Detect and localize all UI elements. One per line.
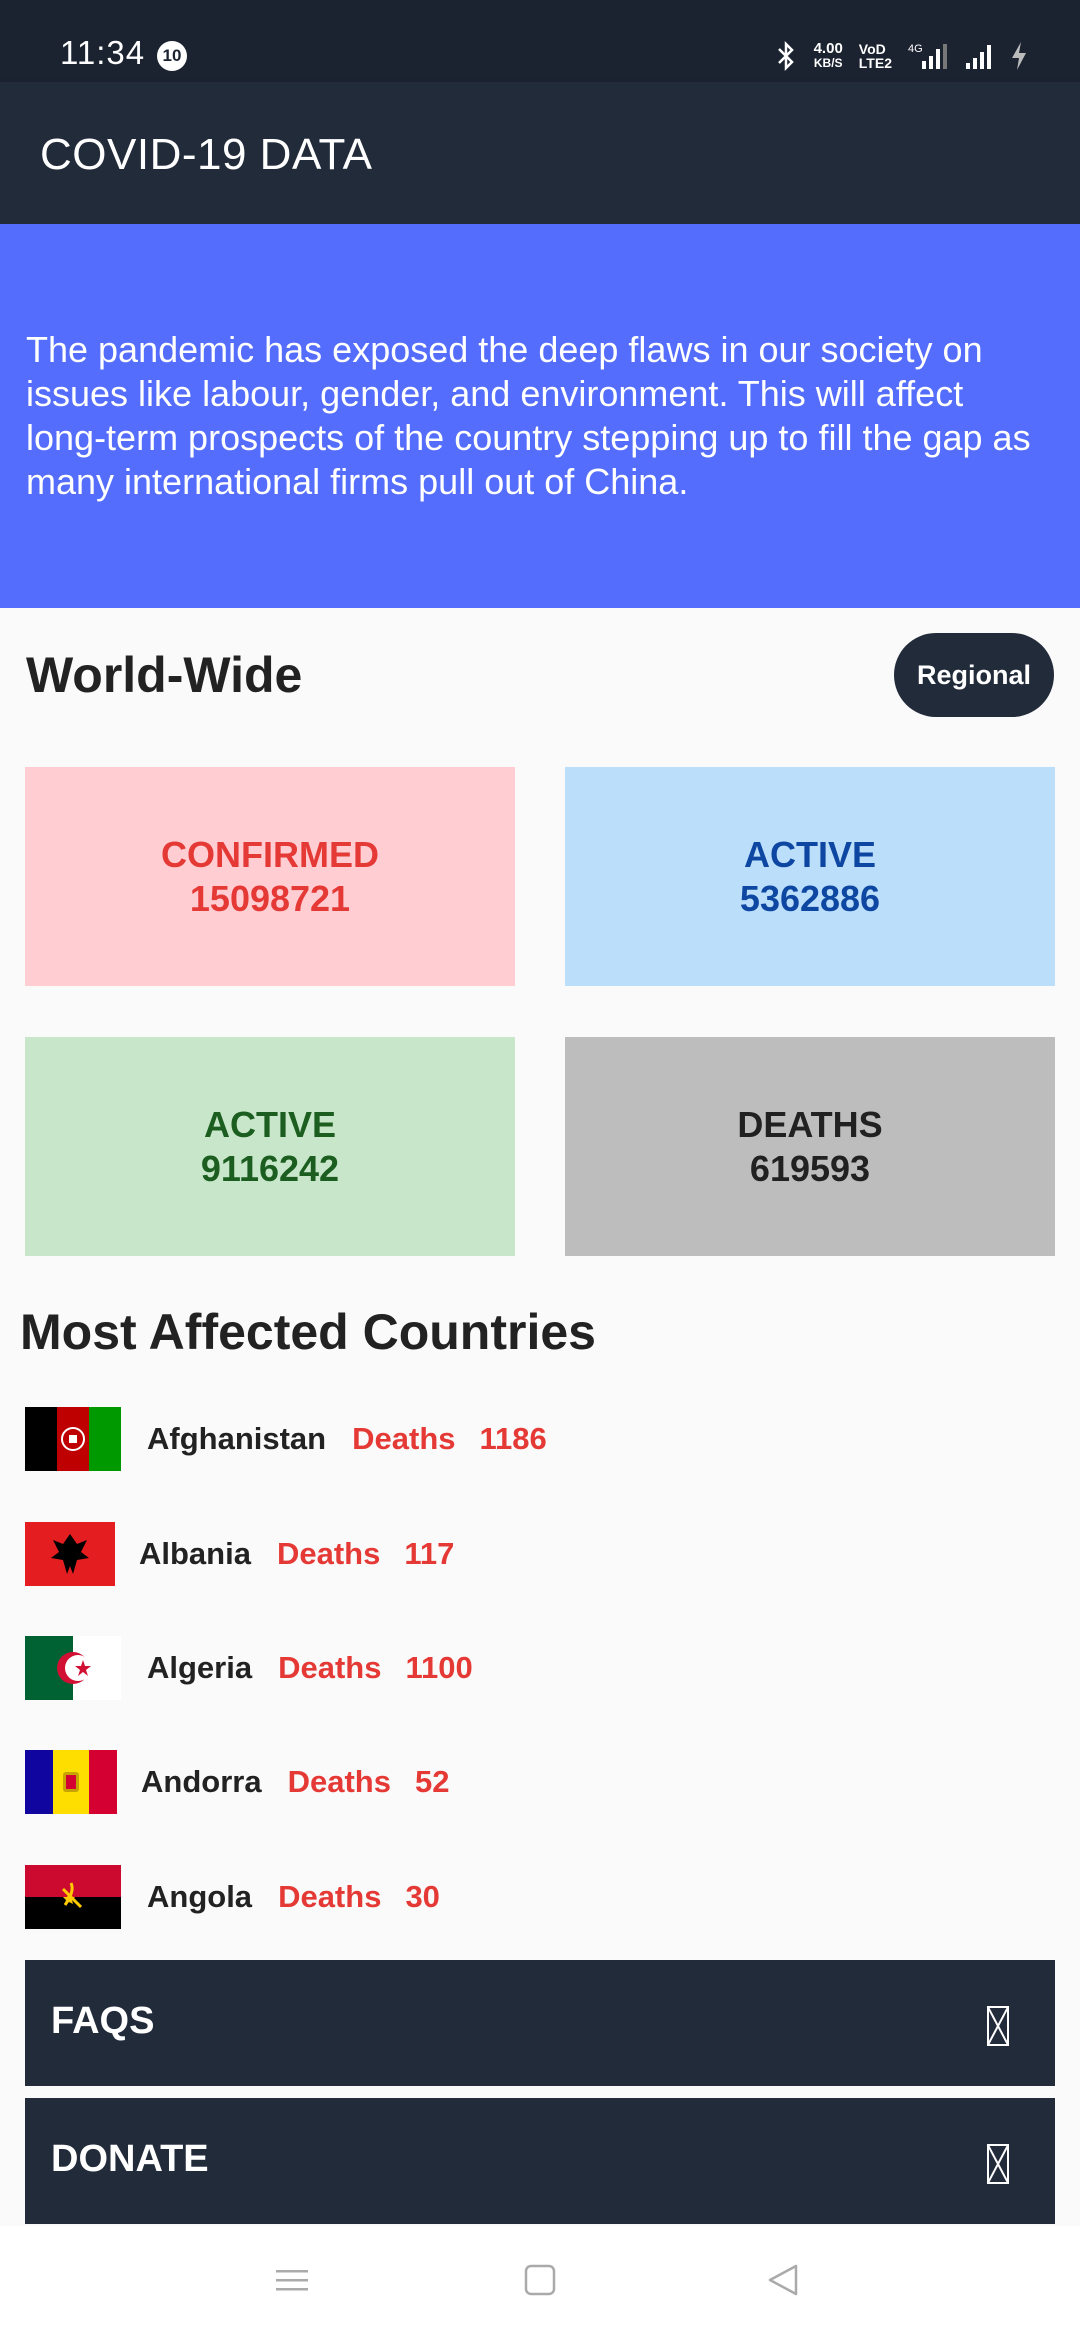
app-bar: COVID-19 DATA	[0, 82, 1080, 224]
active-card: ACTIVE 5362886	[565, 767, 1055, 986]
status-bar: 11:34 10 4.00 KB/S VoD LTE2 4G	[0, 0, 1080, 82]
expand-icon[interactable]	[987, 2006, 1009, 2046]
confirmed-card: CONFIRMED 15098721	[25, 767, 515, 986]
deaths-label: Deaths	[276, 1536, 381, 1571]
charging-icon	[1010, 41, 1028, 71]
deaths-label: Deaths	[352, 1421, 456, 1456]
most-affected-title: Most Affected Countries	[20, 1304, 596, 1360]
active-label: ACTIVE	[203, 1103, 336, 1145]
signal-icon: 4G	[908, 41, 948, 71]
active-value: 5362886	[739, 877, 881, 919]
country-name: Andorra	[141, 1764, 262, 1799]
app-title: COVID-19 DATA	[40, 130, 373, 179]
volte-indicator: VoD LTE2	[858, 41, 892, 71]
status-icons: 4.00 KB/S VoD LTE2 4G	[774, 36, 1028, 76]
faqs-label: FAQS	[51, 2000, 155, 2042]
active-value: 9116242	[200, 1147, 340, 1189]
signal-icon	[964, 41, 994, 71]
confirmed-value: 15098721	[189, 877, 351, 919]
bluetooth-icon	[774, 41, 798, 71]
world-wide-title: World-Wide	[26, 647, 303, 703]
active-card-secondary: ACTIVE 9116242	[25, 1037, 515, 1256]
andorra-flag-icon	[25, 1750, 117, 1814]
deaths-value: 52	[414, 1764, 450, 1799]
banner-text: The pandemic has exposed the deep flaws …	[26, 329, 1031, 502]
afghanistan-flag-icon	[25, 1407, 121, 1471]
albania-flag-icon	[25, 1522, 115, 1586]
status-time: 11:34	[60, 34, 146, 71]
deaths-value: 1186	[479, 1421, 547, 1456]
algeria-flag-icon	[25, 1636, 121, 1700]
deaths-label: DEATHS	[737, 1103, 883, 1145]
deaths-label: Deaths	[278, 1879, 382, 1914]
deaths-card: DEATHS 619593	[565, 1037, 1055, 1256]
svg-text:4G: 4G	[908, 43, 923, 55]
deaths-value: 30	[405, 1879, 440, 1914]
active-label: ACTIVE	[743, 833, 876, 875]
network-speed: 4.00 KB/S	[813, 40, 843, 70]
donate-section[interactable]: DONATE	[25, 2098, 1055, 2224]
faqs-section[interactable]: FAQS	[25, 1960, 1055, 2086]
deaths-label: Deaths	[278, 1650, 382, 1685]
deaths-label: Deaths	[287, 1764, 391, 1799]
confirmed-label: CONFIRMED	[161, 833, 379, 875]
country-row-afghanistan[interactable]: Afghanistan Deaths 1186	[25, 1407, 547, 1471]
back-icon[interactable]	[766, 2262, 802, 2303]
menu-icon[interactable]	[274, 2262, 310, 2303]
deaths-value: 619593	[749, 1147, 871, 1189]
country-row-angola[interactable]: Angola Deaths 30	[25, 1865, 440, 1929]
country-name: Afghanistan	[147, 1421, 327, 1456]
country-row-albania[interactable]: Albania Deaths 117	[25, 1522, 454, 1586]
country-name: Algeria	[147, 1650, 253, 1685]
donate-label: DONATE	[51, 2138, 209, 2180]
angola-flag-icon	[25, 1865, 121, 1929]
country-name: Albania	[139, 1536, 251, 1571]
country-row-andorra[interactable]: Andorra Deaths 52	[25, 1750, 449, 1814]
notification-badge: 10	[157, 41, 187, 71]
deaths-value: 117	[404, 1536, 455, 1571]
system-nav-bar	[0, 2226, 1080, 2340]
deaths-value: 1100	[405, 1650, 473, 1685]
country-row-algeria[interactable]: Algeria Deaths 1100	[25, 1636, 473, 1700]
home-icon[interactable]	[522, 2262, 558, 2303]
regional-button[interactable]: Regional	[894, 633, 1054, 717]
banner: The pandemic has exposed the deep flaws …	[0, 224, 1080, 608]
country-name: Angola	[147, 1879, 253, 1914]
expand-icon[interactable]	[987, 2144, 1009, 2184]
